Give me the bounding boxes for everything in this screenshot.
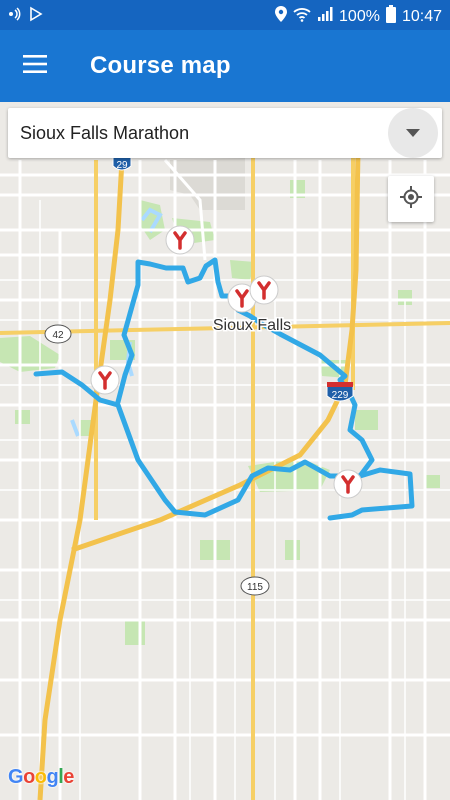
app-bar: Course map — [0, 30, 450, 102]
google-logo: Google — [8, 766, 74, 788]
city-label: Sioux Falls — [213, 317, 291, 334]
aid-station-marker[interactable] — [165, 225, 195, 255]
page-title: Course map — [90, 52, 231, 79]
shield-229-label: 229 — [332, 390, 349, 401]
shield-42-label: 42 — [52, 330, 64, 341]
menu-icon — [23, 54, 47, 79]
battery-percent: 100% — [339, 7, 380, 25]
battery-icon — [385, 5, 396, 28]
my-location-icon — [399, 185, 423, 214]
signal-icon — [317, 6, 333, 27]
hotspot-icon — [6, 6, 22, 27]
highway-shield-229: 229 — [326, 382, 354, 402]
shield-29-label: 29 — [116, 160, 128, 171]
dropdown-arrow-icon — [406, 124, 420, 142]
menu-button[interactable] — [14, 46, 56, 86]
status-bar: 100% 10:47 — [0, 0, 450, 30]
highway-shield-42: 42 — [44, 324, 72, 344]
location-icon — [275, 6, 288, 27]
play-store-icon — [28, 6, 44, 27]
clock: 10:47 — [401, 7, 442, 25]
aid-station-marker[interactable] — [333, 469, 363, 499]
race-selector[interactable]: Sioux Falls Marathon — [8, 108, 442, 158]
race-selector-value: Sioux Falls Marathon — [20, 123, 190, 143]
highway-shield-115: 115 — [240, 576, 270, 596]
race-selector-dropdown-button[interactable] — [388, 108, 438, 158]
aid-station-marker[interactable] — [249, 275, 279, 305]
course-map[interactable]: 29 42 229 115 Sioux Falls — [0, 102, 450, 800]
my-location-button[interactable] — [388, 176, 434, 222]
shield-115-label: 115 — [247, 582, 263, 593]
aid-station-marker[interactable] — [90, 365, 120, 395]
wifi-icon — [293, 6, 311, 27]
